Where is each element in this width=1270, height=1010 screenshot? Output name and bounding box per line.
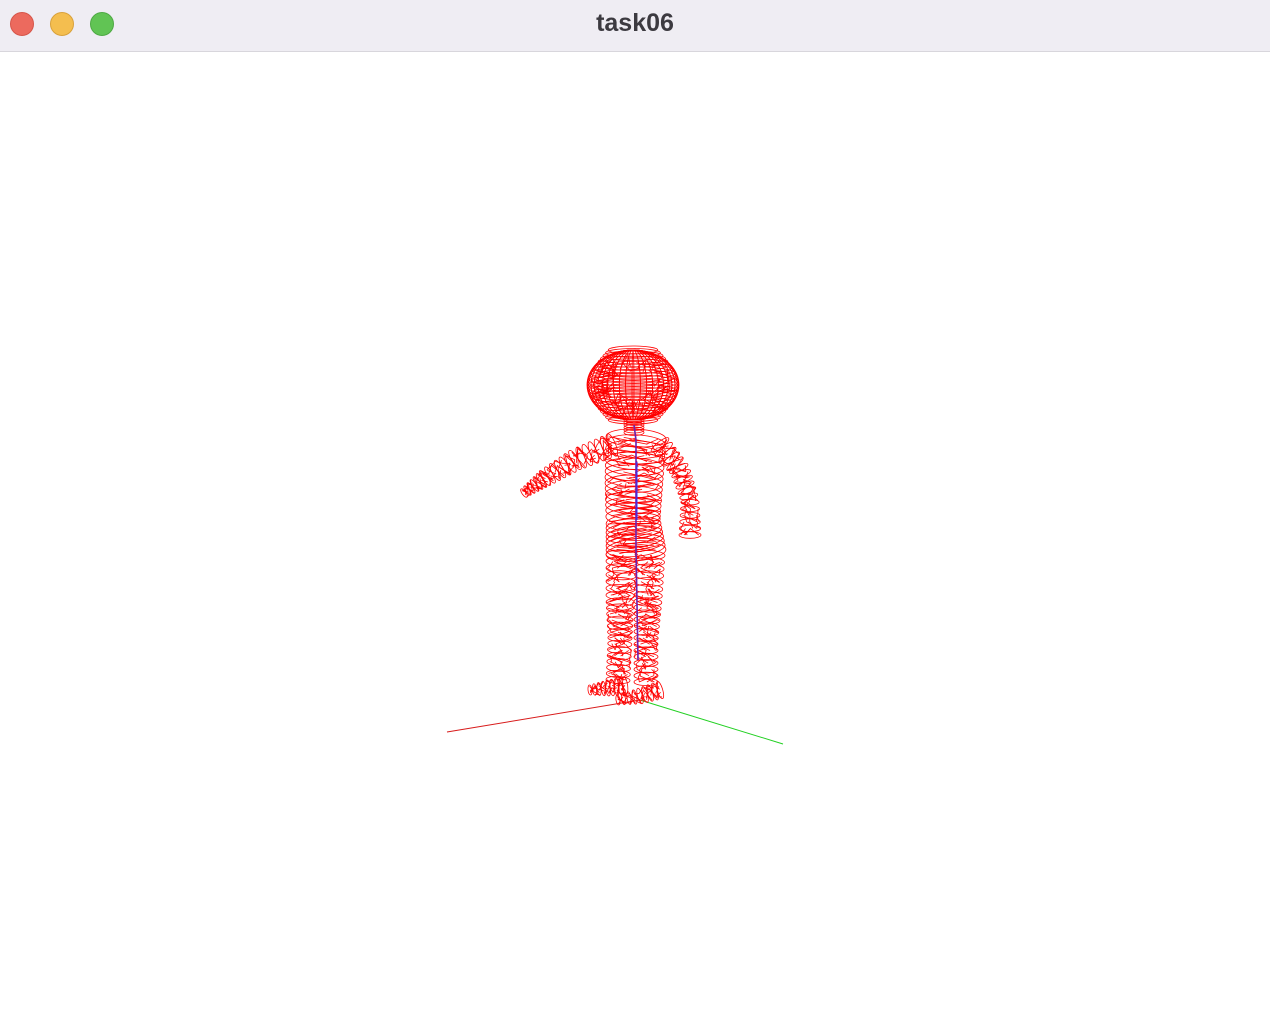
y-axis-line (639, 699, 784, 745)
axes (446, 699, 784, 745)
leg-bone (635, 547, 639, 661)
character-mesh (520, 345, 702, 706)
app-window: task06 (0, 0, 1270, 1010)
left-arm-mesh (520, 433, 619, 498)
scene-canvas (446, 345, 784, 745)
head-mesh (586, 345, 680, 436)
right-leg-mesh (633, 550, 666, 687)
x-axis-line (446, 699, 641, 733)
gl-viewport[interactable] (0, 53, 1270, 1010)
left-leg-mesh (605, 549, 639, 685)
title-bar[interactable]: task06 (0, 0, 1270, 52)
window-title: task06 (596, 9, 674, 37)
feet-mesh (587, 676, 665, 706)
